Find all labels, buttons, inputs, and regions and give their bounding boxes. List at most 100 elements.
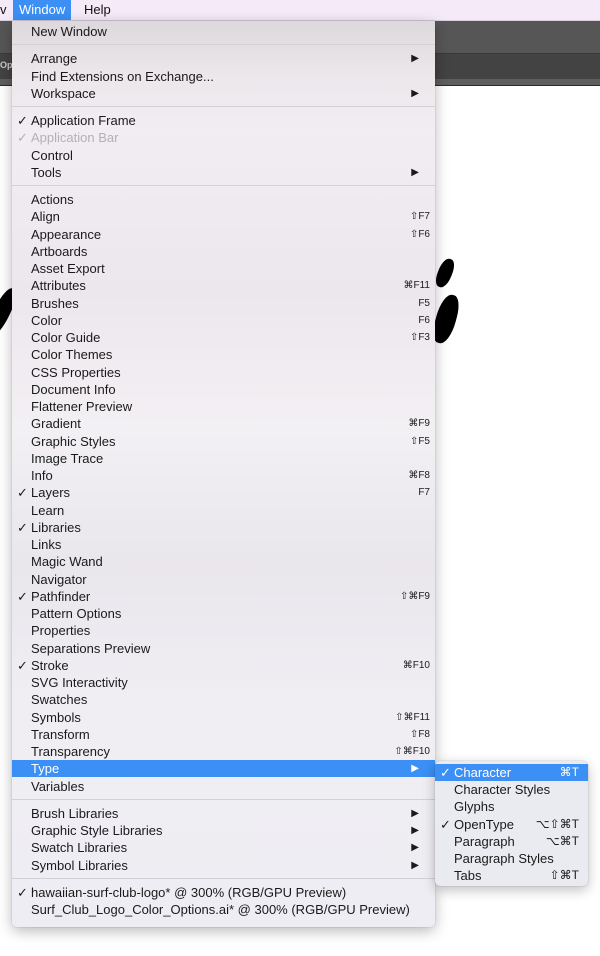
menu-item-label: Links: [31, 537, 62, 552]
menu-item-graphic-style-libraries[interactable]: Graphic Style Libraries ▶: [12, 822, 435, 839]
menu-item-tabs[interactable]: Tabs ⇧⌘T: [435, 867, 588, 884]
menu-item-stroke[interactable]: ✓ Stroke ⌘F10: [12, 657, 435, 674]
menu-item-label: Workspace: [31, 86, 96, 101]
menu-item-control[interactable]: Control: [12, 147, 435, 164]
menu-item-label: Color Guide: [31, 330, 101, 345]
menu-item-label: Libraries: [31, 520, 81, 535]
keyboard-shortcut: ⇧F6: [409, 229, 430, 240]
menu-item-separations-preview[interactable]: Separations Preview: [12, 640, 435, 657]
menu-item-color-guide[interactable]: Color Guide ⇧F3: [12, 329, 435, 346]
menu-item-label: Attributes: [31, 278, 86, 293]
checkmark-icon: ✓: [17, 130, 28, 145]
menu-item-transform[interactable]: Transform ⇧F8: [12, 726, 435, 743]
menu-item-label: Character: [454, 765, 512, 780]
menu-item-artboards[interactable]: Artboards: [12, 243, 435, 260]
menu-item-find-extensions-on-exchange[interactable]: Find Extensions on Exchange...: [12, 68, 435, 85]
menu-item-application-frame[interactable]: ✓ Application Frame: [12, 112, 435, 129]
menu-item-arrange[interactable]: Arrange ▶: [12, 50, 435, 67]
menu-item-surf-club-logo-color-options-ai-300-rgb-gpu-preview[interactable]: Surf_Club_Logo_Color_Options.ai* @ 300% …: [12, 901, 435, 918]
artwork-glyph-right-top: [433, 256, 457, 290]
menu-item-graphic-styles[interactable]: Graphic Styles ⇧F5: [12, 433, 435, 450]
menu-separator: [12, 106, 435, 109]
menu-item-label: Tools: [31, 165, 62, 180]
menu-item-paragraph-styles[interactable]: Paragraph Styles: [435, 850, 588, 867]
menu-item-learn[interactable]: Learn: [12, 502, 435, 519]
menu-item-brushes[interactable]: Brushes F5: [12, 295, 435, 312]
keyboard-shortcut: ⌥⇧⌘T: [535, 817, 579, 831]
menu-item-label: Navigator: [31, 572, 87, 587]
menu-item-swatches[interactable]: Swatches: [12, 691, 435, 708]
type-submenu: ✓ Character ⌘T Character Styles Glyphs ✓ OpenT…: [435, 761, 588, 886]
menu-item-image-trace[interactable]: Image Trace: [12, 450, 435, 467]
menu-item-appearance[interactable]: Appearance ⇧F6: [12, 226, 435, 243]
menu-item-label: Swatches: [31, 692, 88, 707]
menu-item-attributes[interactable]: Attributes ⌘F11: [12, 277, 435, 294]
keyboard-shortcut: ⇧F7: [409, 211, 430, 222]
menu-item-document-info[interactable]: Document Info: [12, 381, 435, 398]
keyboard-shortcut: ⌘F10: [402, 660, 430, 671]
menu-item-label: Graphic Style Libraries: [31, 823, 163, 838]
menu-item-links[interactable]: Links: [12, 536, 435, 553]
menu-item-label: Graphic Styles: [31, 434, 116, 449]
menu-item-symbol-libraries[interactable]: Symbol Libraries ▶: [12, 857, 435, 874]
menu-item-libraries[interactable]: ✓ Libraries: [12, 519, 435, 536]
keyboard-shortcut: ⌘F11: [403, 280, 431, 291]
menu-item-hawaiian-surf-club-logo-300-rgb-gpu-preview[interactable]: ✓ hawaiian-surf-club-logo* @ 300% (RGB/GP…: [12, 884, 435, 901]
keyboard-shortcut: ⇧F5: [409, 436, 430, 447]
window-menu: New Window Arrange ▶ Find Extensions on Exc…: [12, 21, 435, 927]
menu-item-actions[interactable]: Actions: [12, 191, 435, 208]
menu-item-gradient[interactable]: Gradient ⌘F9: [12, 415, 435, 432]
menu-item-paragraph[interactable]: Paragraph ⌥⌘T: [435, 833, 588, 850]
menu-item-label: Layers: [31, 485, 71, 500]
menu-item-variables[interactable]: Variables: [12, 778, 435, 795]
menu-item-type[interactable]: Type ▶: [12, 760, 435, 777]
menu-item-layers[interactable]: ✓ Layers F7: [12, 484, 435, 501]
menu-item-align[interactable]: Align ⇧F7: [12, 208, 435, 225]
menu-item-character-styles[interactable]: Character Styles: [435, 781, 588, 798]
menubar-item-view-partial[interactable]: v: [0, 0, 13, 20]
menu-item-color-themes[interactable]: Color Themes: [12, 346, 435, 363]
menu-item-svg-interactivity[interactable]: SVG Interactivity: [12, 674, 435, 691]
menu-item-label: Find Extensions on Exchange...: [31, 69, 214, 84]
menu-item-tools[interactable]: Tools ▶: [12, 164, 435, 181]
menu-item-character[interactable]: ✓ Character ⌘T: [435, 764, 588, 781]
menu-item-brush-libraries[interactable]: Brush Libraries ▶: [12, 805, 435, 822]
menubar-item-help[interactable]: Help: [78, 0, 117, 20]
menu-item-label: Learn: [31, 503, 65, 518]
menu-item-new-window[interactable]: New Window: [12, 23, 435, 40]
menu-item-asset-export[interactable]: Asset Export: [12, 260, 435, 277]
submenu-arrow-icon: ▶: [411, 88, 419, 99]
menu-item-workspace[interactable]: Workspace ▶: [12, 85, 435, 102]
menubar-item-window[interactable]: Window: [13, 0, 72, 20]
menu-item-label: Transparency: [31, 744, 110, 759]
menu-item-glyphs[interactable]: Glyphs: [435, 798, 588, 815]
checkmark-icon: ✓: [17, 485, 28, 500]
menu-item-label: Application Frame: [31, 113, 136, 128]
menu-item-label: Variables: [31, 779, 85, 794]
menu-item-properties[interactable]: Properties: [12, 622, 435, 639]
menu-item-label: Color: [31, 313, 63, 328]
menu-item-info[interactable]: Info ⌘F8: [12, 467, 435, 484]
keyboard-shortcut: ⇧⌘F9: [399, 591, 430, 602]
checkmark-icon: ✓: [17, 520, 28, 535]
menu-item-pattern-options[interactable]: Pattern Options: [12, 605, 435, 622]
menu-item-magic-wand[interactable]: Magic Wand: [12, 553, 435, 570]
menu-item-css-properties[interactable]: CSS Properties: [12, 364, 435, 381]
menu-separator: [12, 185, 435, 188]
checkmark-icon: ✓: [17, 113, 28, 128]
menu-item-pathfinder[interactable]: ✓ Pathfinder ⇧⌘F9: [12, 588, 435, 605]
menu-item-symbols[interactable]: Symbols ⇧⌘F11: [12, 709, 435, 726]
menu-item-opentype[interactable]: ✓ OpenType ⌥⇧⌘T: [435, 816, 588, 833]
menu-separator: [12, 44, 435, 47]
keyboard-shortcut: ⇧⌘F10: [394, 746, 430, 757]
menu-item-swatch-libraries[interactable]: Swatch Libraries ▶: [12, 839, 435, 856]
menu-item-navigator[interactable]: Navigator: [12, 571, 435, 588]
menu-item-label: SVG Interactivity: [31, 675, 128, 690]
checkmark-icon: ✓: [17, 885, 28, 900]
menu-item-flattener-preview[interactable]: Flattener Preview: [12, 398, 435, 415]
menu-item-transparency[interactable]: Transparency ⇧⌘F10: [12, 743, 435, 760]
keyboard-shortcut: ⌘F8: [408, 470, 430, 481]
menu-item-color[interactable]: Color F6: [12, 312, 435, 329]
submenu-arrow-icon: ▶: [411, 808, 419, 819]
keyboard-shortcut: ⌥⌘T: [545, 834, 579, 848]
